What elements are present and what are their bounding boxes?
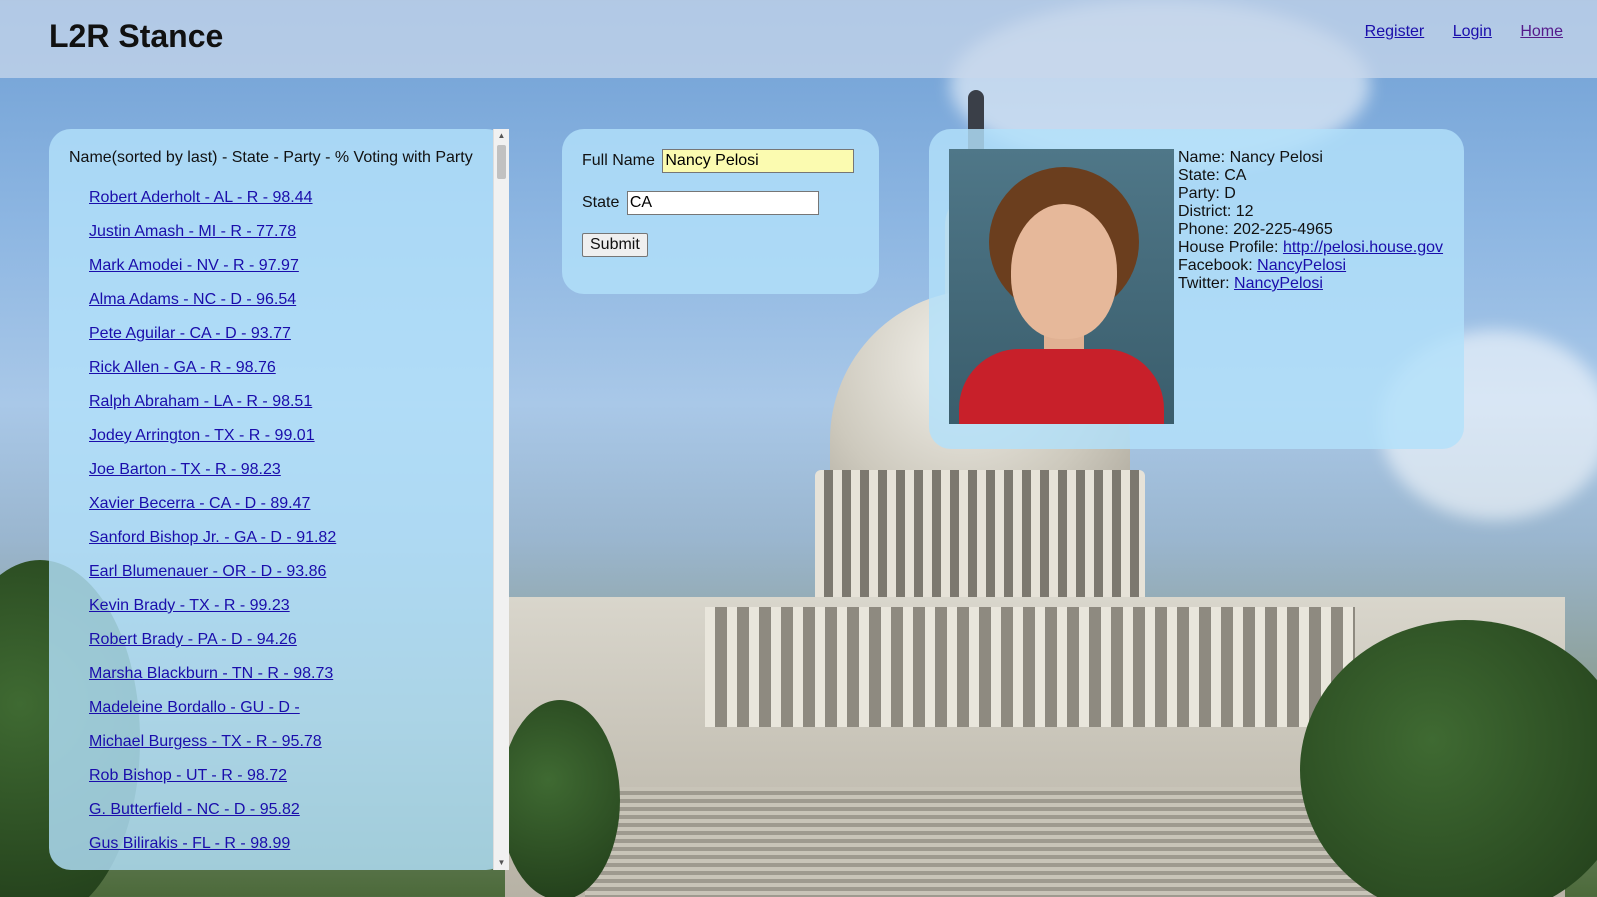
list-item: Jodey Arrington - TX - R - 99.01 [89, 419, 336, 453]
list-item: Sanford Bishop Jr. - GA - D - 91.82 [89, 521, 336, 555]
facebook-label: Facebook: [1178, 257, 1258, 274]
representative-link[interactable]: Madeleine Bordallo - GU - D - [89, 699, 300, 716]
representative-link[interactable]: Alma Adams - NC - D - 96.54 [89, 291, 296, 308]
representatives-list: Robert Aderholt - AL - R - 98.44 Justin A… [89, 181, 336, 870]
list-item: Rick Allen - GA - R - 98.76 [89, 351, 336, 385]
representative-link[interactable]: Robert Aderholt - AL - R - 98.44 [89, 189, 313, 206]
representative-link[interactable]: Rob Bishop - UT - R - 98.72 [89, 767, 287, 784]
nav-login-link[interactable]: Login [1453, 23, 1492, 40]
full-name-input[interactable] [662, 149, 855, 173]
top-header: L2R Stance Register Login Home [0, 0, 1597, 78]
representative-link[interactable]: Robert Brady - PA - D - 94.26 [89, 631, 297, 648]
twitter-label: Twitter: [1178, 275, 1235, 292]
representative-link[interactable]: Joe Barton - TX - R - 98.23 [89, 461, 281, 478]
representative-link[interactable]: Rick Allen - GA - R - 98.76 [89, 359, 276, 376]
list-item: Mark Amodei - NV - R - 97.97 [89, 249, 336, 283]
representative-link[interactable]: Marsha Blackburn - TN - R - 98.73 [89, 665, 333, 682]
twitter-link[interactable]: NancyPelosi [1234, 275, 1323, 292]
list-item: Kevin Brady - TX - R - 99.23 [89, 589, 336, 623]
list-scrollbar[interactable]: ▲ ▼ [493, 129, 509, 870]
representative-link[interactable]: Kevin Brady - TX - R - 99.23 [89, 597, 290, 614]
representative-link[interactable]: Jodey Arrington - TX - R - 99.01 [89, 427, 315, 444]
list-item: Michael Burgess - TX - R - 95.78 [89, 725, 336, 759]
list-item: Marsha Blackburn - TN - R - 98.73 [89, 657, 336, 691]
top-nav: Register Login Home [1341, 23, 1563, 41]
facebook-link[interactable]: NancyPelosi [1257, 257, 1346, 274]
profile-info: Name: Nancy Pelosi State: CA Party: D Di… [1178, 149, 1443, 293]
list-item: Robert Aderholt - AL - R - 98.44 [89, 181, 336, 215]
list-item: Joe Barton - TX - R - 98.23 [89, 453, 336, 487]
representative-link[interactable]: Gus Bilirakis - FL - R - 98.99 [89, 835, 290, 852]
submit-button[interactable]: Submit [582, 233, 648, 257]
profile-card: Name: Nancy Pelosi State: CA Party: D Di… [929, 129, 1464, 449]
list-header: Name(sorted by last) - State - Party - %… [69, 149, 473, 166]
representative-link[interactable]: Ralph Abraham - LA - R - 98.51 [89, 393, 312, 410]
tree-background [500, 700, 620, 897]
list-item: Ralph Abraham - LA - R - 98.51 [89, 385, 336, 419]
representative-photo [949, 149, 1174, 424]
list-item: Earl Blumenauer - OR - D - 93.86 [89, 555, 336, 589]
search-form-panel: Full Name State Submit [562, 129, 879, 294]
full-name-row: Full Name [582, 149, 855, 173]
scrollbar-thumb[interactable] [497, 145, 506, 179]
site-logo[interactable]: L2R Stance [49, 18, 223, 55]
state-input[interactable] [626, 191, 819, 215]
representative-link[interactable]: Michael Burgess - TX - R - 95.78 [89, 733, 322, 750]
representatives-list-panel: Name(sorted by last) - State - Party - %… [49, 129, 508, 870]
profile-twitter-row: Twitter: NancyPelosi [1178, 275, 1443, 293]
profile-district: District: 12 [1178, 203, 1254, 220]
representative-link[interactable]: Justin Amash - MI - R - 77.78 [89, 223, 296, 240]
profile-phone: Phone: 202-225-4965 [1178, 221, 1333, 238]
list-item: Gus Bilirakis - FL - R - 98.99 [89, 827, 336, 861]
list-item: Alma Adams - NC - D - 96.54 [89, 283, 336, 317]
profile-name: Name: Nancy Pelosi [1178, 149, 1323, 166]
scroll-up-arrow-icon[interactable]: ▲ [494, 129, 509, 143]
nav-home-link[interactable]: Home [1520, 23, 1563, 40]
list-item: Vern Buchanan - FL - R - 98.46 [89, 861, 336, 870]
profile-facebook-row: Facebook: NancyPelosi [1178, 257, 1443, 275]
state-label: State [582, 194, 620, 211]
nav-register-link[interactable]: Register [1365, 23, 1425, 40]
list-item: Rob Bishop - UT - R - 98.72 [89, 759, 336, 793]
representative-link[interactable]: Vern Buchanan - FL - R - 98.46 [89, 869, 311, 870]
list-item: Madeleine Bordallo - GU - D - [89, 691, 336, 725]
representative-link[interactable]: G. Butterfield - NC - D - 95.82 [89, 801, 300, 818]
list-item: Robert Brady - PA - D - 94.26 [89, 623, 336, 657]
list-item: Pete Aguilar - CA - D - 93.77 [89, 317, 336, 351]
list-item: Xavier Becerra - CA - D - 89.47 [89, 487, 336, 521]
representative-link[interactable]: Pete Aguilar - CA - D - 93.77 [89, 325, 291, 342]
list-item: Justin Amash - MI - R - 77.78 [89, 215, 336, 249]
representative-link[interactable]: Sanford Bishop Jr. - GA - D - 91.82 [89, 529, 336, 546]
representative-link[interactable]: Xavier Becerra - CA - D - 89.47 [89, 495, 310, 512]
profile-house-row: House Profile: http://pelosi.house.gov [1178, 239, 1443, 257]
scroll-down-arrow-icon[interactable]: ▼ [494, 856, 509, 870]
full-name-label: Full Name [582, 152, 655, 169]
profile-state: State: CA [1178, 167, 1247, 184]
house-profile-label: House Profile: [1178, 239, 1283, 256]
house-profile-link[interactable]: http://pelosi.house.gov [1283, 239, 1443, 256]
representative-link[interactable]: Mark Amodei - NV - R - 97.97 [89, 257, 299, 274]
state-row: State [582, 191, 819, 215]
list-item: G. Butterfield - NC - D - 95.82 [89, 793, 336, 827]
representative-link[interactable]: Earl Blumenauer - OR - D - 93.86 [89, 563, 326, 580]
profile-party: Party: D [1178, 185, 1236, 202]
